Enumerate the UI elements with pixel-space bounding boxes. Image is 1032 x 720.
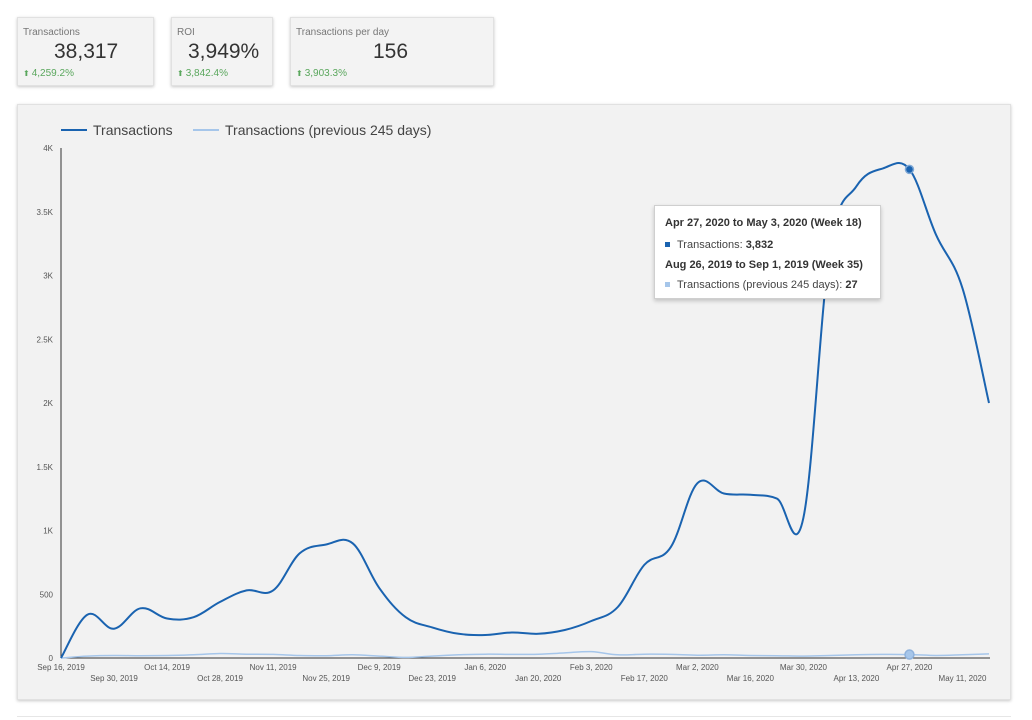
y-tick-label: 4K: [43, 144, 53, 153]
tooltip-current-period: Apr 27, 2020 to May 3, 2020 (Week 18): [665, 217, 862, 229]
y-tick-label: 2K: [43, 399, 53, 408]
highlight-point-transactions: [904, 164, 915, 175]
kpi-card-roi[interactable]: ROI 3,949% ⬆ 3,842.4%: [171, 17, 273, 86]
x-tick-label: Oct 28, 2019: [197, 674, 243, 683]
tooltip-previous-row: Transactions (previous 245 days): 27: [665, 279, 858, 291]
kpi-label: ROI: [177, 27, 195, 38]
kpi-change-value: 3,903.3%: [304, 68, 347, 79]
y-tick-label: 500: [40, 590, 54, 599]
tooltip-previous-label: Transactions (previous 245 days):: [677, 279, 846, 291]
x-tick-label: Nov 25, 2019: [302, 674, 350, 683]
kpi-change: ⬆ 3,842.4%: [177, 68, 228, 79]
kpi-label: Transactions per day: [296, 27, 390, 38]
x-tick-label: Dec 23, 2019: [408, 674, 456, 683]
kpi-value: 156: [373, 40, 409, 63]
x-tick-label: Feb 3, 2020: [570, 663, 613, 672]
x-tick-label: Apr 27, 2020: [887, 663, 933, 672]
tooltip-previous-value: 27: [845, 279, 858, 291]
x-tick-label: May 11, 2020: [939, 674, 987, 683]
kpi-card-transactions[interactable]: Transactions 38,317 ⬆ 4,259.2%: [17, 17, 154, 86]
kpi-change: ⬆ 4,259.2%: [23, 68, 74, 79]
x-tick-label: Jan 6, 2020: [464, 663, 506, 672]
tooltip-swatch: [665, 241, 670, 247]
x-tick-label: Sep 16, 2019: [37, 663, 85, 672]
up-arrow-icon: ⬆: [177, 69, 184, 78]
y-tick-label: 1K: [43, 527, 53, 536]
x-tick-label: Jan 20, 2020: [515, 674, 562, 683]
y-tick-label: 2.5K: [37, 335, 54, 344]
chart-tooltip: Apr 27, 2020 to May 3, 2020 (Week 18) Tr…: [654, 205, 881, 299]
up-arrow-icon: ⬆: [296, 69, 303, 78]
x-tick-label: Nov 11, 2019: [250, 663, 298, 672]
x-tick-label: Mar 30, 2020: [780, 663, 828, 672]
x-tick-label: Mar 16, 2020: [727, 674, 775, 683]
series-line-previous: [60, 650, 990, 659]
kpi-change-value: 3,842.4%: [185, 68, 228, 79]
kpi-change-value: 4,259.2%: [31, 68, 74, 79]
kpi-label: Transactions: [23, 27, 80, 38]
kpi-value: 38,317: [54, 40, 119, 63]
y-tick-label: 1.5K: [37, 463, 54, 472]
kpi-change: ⬆ 3,903.3%: [296, 68, 347, 79]
chart-panel[interactable]: Transactions Transactions (previous 245 …: [17, 104, 1011, 700]
x-tick-label: Mar 2, 2020: [676, 663, 719, 672]
line-chart: 0 500 1K 1.5K 2K 2.5K 3K 3.5K 4K Sep 16, 2019 Sep…: [37, 144, 990, 683]
tooltip-previous-period: Aug 26, 2019 to Sep 1, 2019 (Week 35): [665, 259, 863, 271]
kpi-card-transactions-per-day[interactable]: Transactions per day 156 ⬆ 3,903.3%: [290, 17, 494, 86]
tooltip-swatch: [665, 281, 670, 287]
tooltip-current-row: Transactions: 3,832: [665, 239, 773, 251]
up-arrow-icon: ⬆: [23, 69, 30, 78]
x-tick-label: Feb 17, 2020: [621, 674, 669, 683]
y-tick-label: 3.5K: [37, 208, 54, 217]
highlight-point-previous: [904, 649, 915, 660]
x-tick-label: Dec 9, 2019: [358, 663, 402, 672]
y-tick-label: 0: [49, 654, 54, 663]
kpi-value: 3,949%: [188, 40, 260, 63]
divider: [17, 716, 1011, 717]
tooltip-current-label: Transactions:: [677, 239, 746, 251]
x-tick-label: Sep 30, 2019: [90, 674, 138, 683]
x-tick-label: Apr 13, 2020: [834, 674, 880, 683]
tooltip-current-value: 3,832: [745, 239, 774, 251]
y-tick-label: 3K: [43, 272, 53, 281]
x-tick-label: Oct 14, 2019: [144, 663, 190, 672]
